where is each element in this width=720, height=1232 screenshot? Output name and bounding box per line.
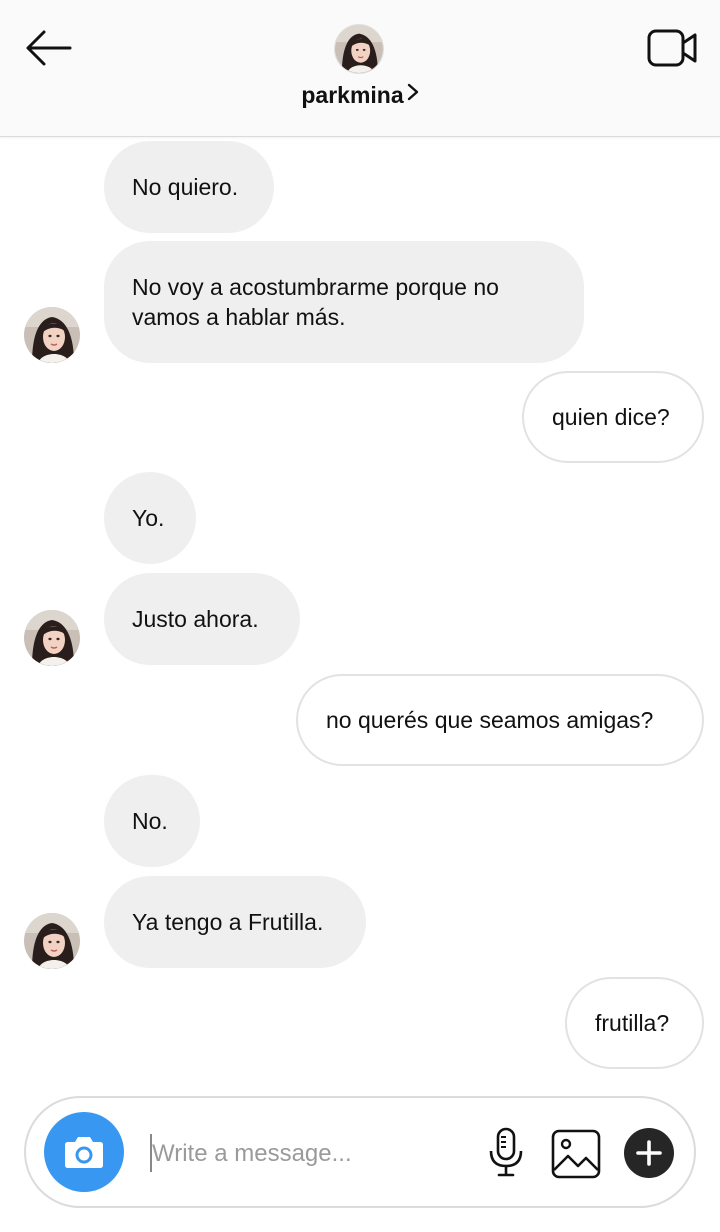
avatar[interactable] bbox=[24, 307, 80, 363]
message-text: quien dice? bbox=[552, 404, 670, 430]
microphone-icon bbox=[489, 1127, 523, 1177]
message-text: Ya tengo a Frutilla. bbox=[132, 909, 324, 935]
chat-header: parkmina bbox=[0, 0, 720, 137]
message-text: No quiero. bbox=[132, 174, 239, 200]
chevron-right-icon bbox=[407, 83, 418, 101]
video-call-button[interactable] bbox=[646, 26, 700, 70]
message-bubble-incoming[interactable]: Justo ahora. bbox=[104, 573, 300, 665]
image-icon bbox=[551, 1129, 601, 1179]
message-input[interactable] bbox=[150, 1128, 474, 1180]
message-thread[interactable]: No quiero. No voy a acostumbrarme porque… bbox=[0, 137, 720, 1087]
message-text: No voy a acostumbrarme porque no vamos a… bbox=[132, 274, 499, 330]
video-camera-icon bbox=[647, 29, 697, 67]
plus-icon bbox=[636, 1140, 662, 1166]
message-bubble-incoming[interactable]: No. bbox=[104, 775, 200, 867]
message-bubble-incoming[interactable]: No voy a acostumbrarme porque no vamos a… bbox=[104, 241, 584, 363]
message-bubble-outgoing[interactable]: quien dice? bbox=[522, 371, 704, 463]
message-text: frutilla? bbox=[595, 1010, 670, 1036]
message-bubble-incoming[interactable]: No quiero. bbox=[104, 141, 274, 233]
message-bubble-incoming[interactable]: Ya tengo a Frutilla. bbox=[104, 876, 366, 968]
avatar[interactable] bbox=[334, 24, 384, 74]
avatar[interactable] bbox=[24, 913, 80, 969]
message-text: no querés que seamos amigas? bbox=[326, 707, 654, 733]
username: parkmina bbox=[301, 82, 404, 108]
message-bubble-incoming[interactable]: Yo. bbox=[104, 472, 196, 564]
voice-message-button[interactable] bbox=[484, 1126, 528, 1178]
message-composer bbox=[24, 1096, 696, 1208]
camera-button[interactable] bbox=[44, 1112, 124, 1192]
message-text: Justo ahora. bbox=[132, 606, 259, 632]
more-options-button[interactable] bbox=[624, 1128, 674, 1178]
avatar[interactable] bbox=[24, 610, 80, 666]
message-text: Yo. bbox=[132, 505, 165, 531]
message-text: No. bbox=[132, 808, 168, 834]
username-link[interactable]: parkmina bbox=[0, 82, 720, 109]
arrow-left-icon bbox=[26, 30, 72, 66]
camera-icon bbox=[65, 1137, 103, 1168]
back-button[interactable] bbox=[20, 24, 76, 72]
gallery-button[interactable] bbox=[550, 1128, 602, 1180]
message-bubble-outgoing[interactable]: frutilla? bbox=[565, 977, 704, 1069]
message-bubble-outgoing[interactable]: no querés que seamos amigas? bbox=[296, 674, 704, 766]
